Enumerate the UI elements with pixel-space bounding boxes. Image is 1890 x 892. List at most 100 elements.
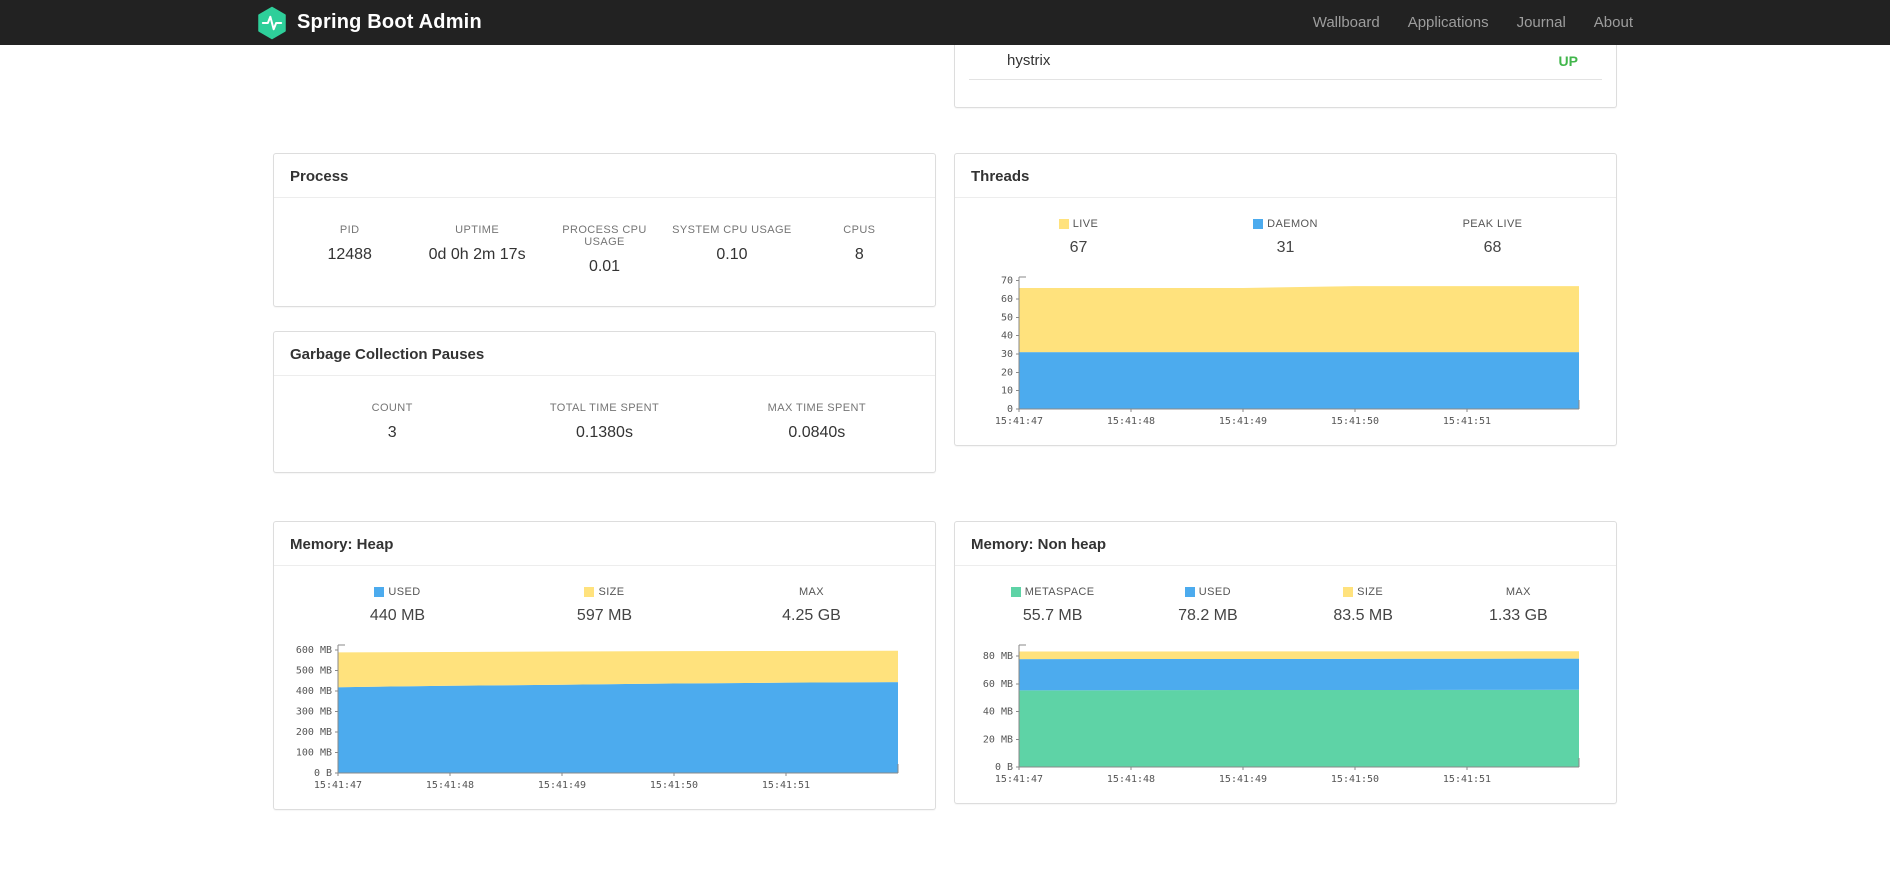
legend-value: 78.2 MB bbox=[1178, 607, 1238, 624]
svg-text:600 MB: 600 MB bbox=[296, 645, 332, 656]
gc-panel-title: Garbage Collection Pauses bbox=[290, 346, 485, 363]
top-row: hystrix UP bbox=[273, 45, 1617, 108]
svg-text:30: 30 bbox=[1001, 349, 1013, 360]
health-status-badge: UP bbox=[1558, 52, 1578, 69]
svg-text:0 B: 0 B bbox=[314, 768, 332, 779]
svg-text:15:41:47: 15:41:47 bbox=[995, 416, 1043, 427]
row-2-left: Memory: Heap USED 440 MB SIZE 597 MB MAX… bbox=[273, 521, 936, 834]
stat-value: 0.0840s bbox=[788, 424, 846, 441]
legend-value: 68 bbox=[1483, 239, 1502, 256]
legend-label-text: SIZE bbox=[598, 586, 625, 598]
memory-nonheap-panel-title: Memory: Non heap bbox=[971, 536, 1107, 553]
heap-legend: USED 440 MB SIZE 597 MB MAX 4.25 GB bbox=[274, 566, 935, 629]
threads-legend: LIVE 67 DAEMON 31 PEAK LIVE 68 bbox=[955, 198, 1616, 261]
legend-label-text: SIZE bbox=[1357, 586, 1384, 598]
svg-text:40 MB: 40 MB bbox=[983, 707, 1013, 718]
process-panel: Process PID 12488 UPTIME 0d 0h 2m 17s PR… bbox=[273, 153, 936, 307]
svg-text:15:41:47: 15:41:47 bbox=[314, 780, 362, 791]
svg-text:0: 0 bbox=[1007, 404, 1013, 415]
stat-label: MAX TIME SPENT bbox=[767, 402, 866, 414]
brand-home-link[interactable]: Spring Boot Admin bbox=[257, 6, 482, 40]
legend-item-peak-live: PEAK LIVE 68 bbox=[1389, 218, 1596, 257]
legend-value: 67 bbox=[1069, 239, 1088, 256]
size-swatch-icon bbox=[1343, 587, 1354, 597]
legend-label-text: MAX bbox=[1505, 586, 1531, 598]
legend-label-text: METASPACE bbox=[1024, 586, 1095, 598]
legend-item-live: LIVE 67 bbox=[975, 218, 1182, 257]
threads-panel-title: Threads bbox=[971, 168, 1030, 185]
used-swatch-icon bbox=[1184, 587, 1195, 597]
svg-text:80 MB: 80 MB bbox=[983, 651, 1013, 662]
legend-value: 597 MB bbox=[576, 607, 633, 624]
svg-text:400 MB: 400 MB bbox=[296, 686, 332, 697]
stat-value: 3 bbox=[387, 424, 397, 441]
nav-link-about[interactable]: About bbox=[1594, 14, 1633, 31]
legend-value: 31 bbox=[1276, 239, 1295, 256]
svg-text:15:41:50: 15:41:50 bbox=[1331, 774, 1379, 785]
memory-nonheap-chart: 0 B 20 MB 40 MB 60 MB 80 MB 15:41:47 15:41:48 1… bbox=[955, 629, 1616, 803]
legend-label: PEAK LIVE bbox=[1389, 218, 1596, 230]
process-panel-title: Process bbox=[290, 168, 349, 185]
stat-label: CPUS bbox=[843, 224, 876, 236]
svg-text:50: 50 bbox=[1001, 312, 1013, 323]
legend-label: USED bbox=[294, 586, 501, 598]
legend-item-max: MAX 4.25 GB bbox=[708, 586, 915, 625]
gc-panel: Garbage Collection Pauses COUNT 3 TOTAL … bbox=[273, 331, 936, 473]
stat-value: 0d 0h 2m 17s bbox=[428, 246, 526, 263]
nav-link-wallboard[interactable]: Wallboard bbox=[1313, 14, 1380, 31]
legend-label-text: USED bbox=[1198, 586, 1231, 598]
svg-text:500 MB: 500 MB bbox=[296, 666, 332, 677]
legend-label: MAX bbox=[708, 586, 915, 598]
gc-stats: COUNT 3 TOTAL TIME SPENT 0.1380s MAX TIM… bbox=[274, 376, 935, 472]
legend-label: SIZE bbox=[1286, 586, 1441, 598]
gc-panel-heading: Garbage Collection Pauses bbox=[274, 332, 935, 376]
legend-value: 4.25 GB bbox=[782, 607, 841, 624]
svg-text:15:41:47: 15:41:47 bbox=[995, 774, 1043, 785]
legend-item-daemon: DAEMON 31 bbox=[1182, 218, 1389, 257]
memory-heap-panel-heading: Memory: Heap bbox=[274, 522, 935, 566]
main-content: hystrix UP Process PID 12488 UPTIME 0d 0… bbox=[273, 45, 1617, 834]
svg-text:70: 70 bbox=[1001, 276, 1013, 287]
stat-value: 8 bbox=[854, 246, 864, 263]
svg-text:20: 20 bbox=[1001, 367, 1013, 378]
stat-value: 0.1380s bbox=[576, 424, 633, 441]
nav-links: Wallboard Applications Journal About bbox=[1313, 14, 1633, 31]
threads-chart: 0 10 20 30 40 50 60 70 15:41:47 15:41:48 15:41:49 1… bbox=[955, 261, 1616, 445]
nav-link-journal[interactable]: Journal bbox=[1517, 14, 1566, 31]
spring-boot-admin-logo-icon bbox=[258, 6, 286, 39]
memory-heap-chart: 0 B 100 MB 200 MB 300 MB 400 MB 500 MB 600 MB 1… bbox=[274, 629, 935, 809]
row-2: Memory: Heap USED 440 MB SIZE 597 MB MAX… bbox=[273, 521, 1617, 834]
legend-label: USED bbox=[1130, 586, 1285, 598]
brand-title: Spring Boot Admin bbox=[297, 11, 482, 33]
legend-value: 83.5 MB bbox=[1333, 607, 1393, 624]
threads-panel-heading: Threads bbox=[955, 154, 1616, 198]
process-stats: PID 12488 UPTIME 0d 0h 2m 17s PROCESS CP… bbox=[274, 198, 935, 306]
stat-uptime: UPTIME 0d 0h 2m 17s bbox=[413, 224, 540, 276]
svg-text:15:41:50: 15:41:50 bbox=[650, 780, 698, 791]
used-swatch-icon bbox=[374, 587, 385, 597]
stat-gc-count: COUNT 3 bbox=[286, 402, 498, 442]
svg-text:15:41:48: 15:41:48 bbox=[1107, 416, 1155, 427]
svg-text:15:41:48: 15:41:48 bbox=[426, 780, 474, 791]
row-1-right: Threads LIVE 67 DAEMON 31 PEAK LIVE 68 0… bbox=[954, 153, 1617, 497]
top-row-right: hystrix UP bbox=[954, 45, 1617, 108]
threads-panel: Threads LIVE 67 DAEMON 31 PEAK LIVE 68 0… bbox=[954, 153, 1617, 446]
svg-text:15:41:48: 15:41:48 bbox=[1107, 774, 1155, 785]
legend-label: SIZE bbox=[501, 586, 708, 598]
health-row-hystrix: hystrix UP bbox=[969, 45, 1602, 80]
stat-pid: PID 12488 bbox=[286, 224, 413, 276]
legend-label: METASPACE bbox=[975, 586, 1130, 598]
legend-label: MAX bbox=[1441, 586, 1596, 598]
stat-label: TOTAL TIME SPENT bbox=[549, 402, 660, 414]
legend-item-size: SIZE 597 MB bbox=[501, 586, 708, 625]
svg-text:15:41:49: 15:41:49 bbox=[1219, 774, 1267, 785]
nav-link-applications[interactable]: Applications bbox=[1408, 14, 1489, 31]
row-1-left: Process PID 12488 UPTIME 0d 0h 2m 17s PR… bbox=[273, 153, 936, 497]
svg-text:60 MB: 60 MB bbox=[983, 679, 1013, 690]
svg-text:0 B: 0 B bbox=[995, 762, 1013, 773]
legend-label-text: DAEMON bbox=[1267, 218, 1318, 230]
svg-text:40: 40 bbox=[1001, 331, 1013, 342]
legend-item-used: USED 78.2 MB bbox=[1130, 586, 1285, 625]
legend-label-text: LIVE bbox=[1072, 218, 1099, 230]
svg-text:300 MB: 300 MB bbox=[296, 707, 332, 718]
